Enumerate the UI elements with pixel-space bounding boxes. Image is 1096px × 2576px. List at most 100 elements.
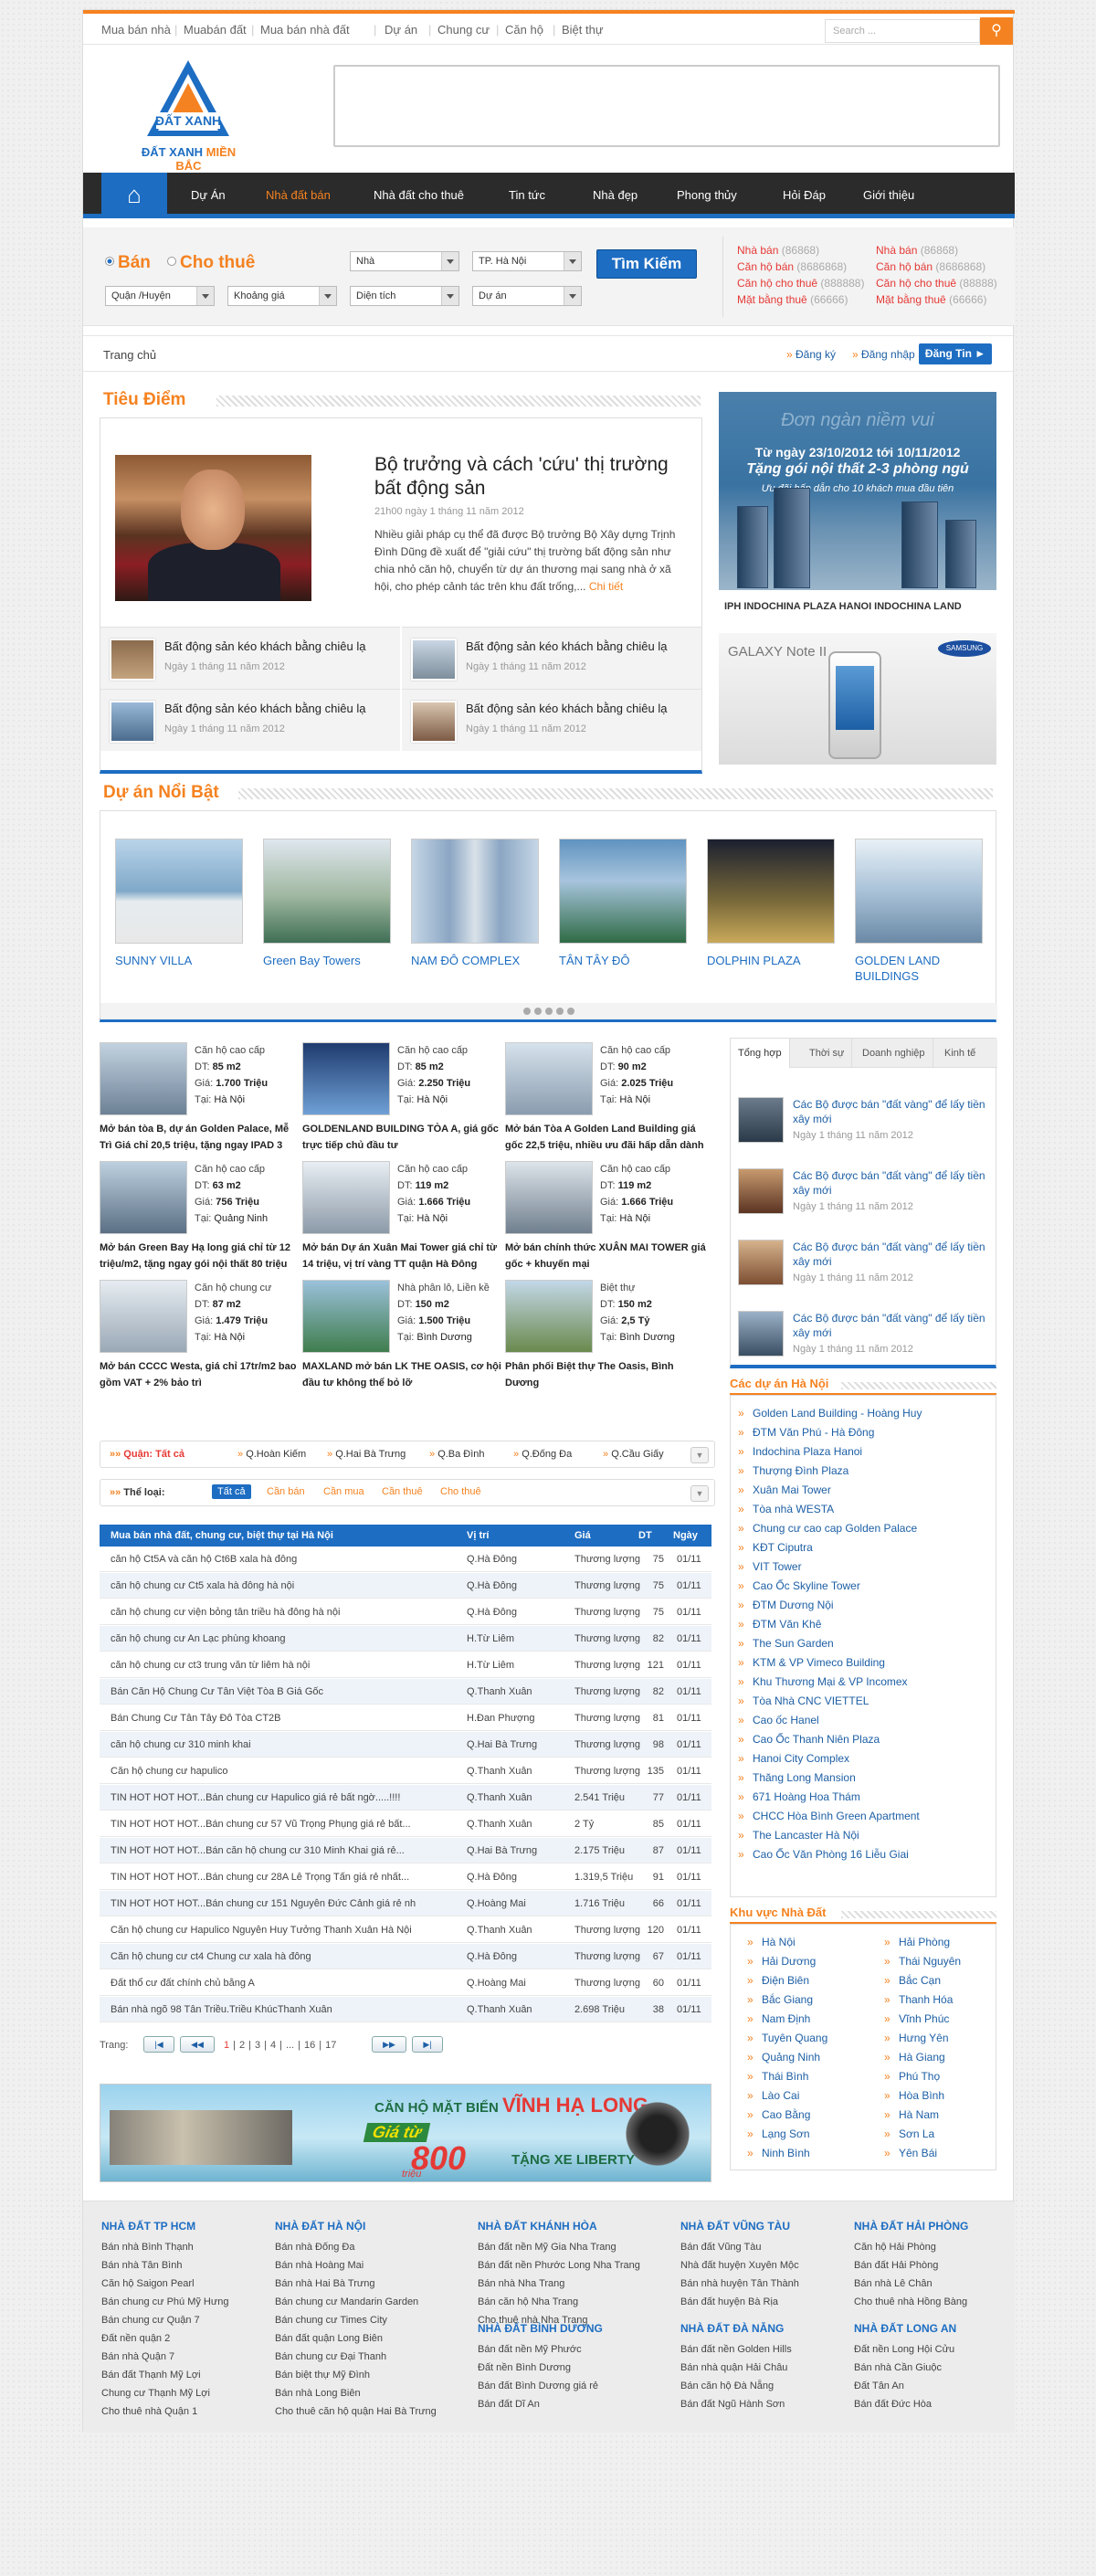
area-link[interactable]: Sơn La xyxy=(884,2127,934,2140)
listing-card[interactable]: Căn hộ cao cấp DT: 119 m2 Giá: 1.666 Triệu… xyxy=(302,1161,503,1280)
home-button[interactable]: ⌂ xyxy=(101,173,167,218)
table-row[interactable]: Bán nhà ngõ 98 Tân Triều.Triều KhúcThanh… xyxy=(100,1997,711,2022)
type-option[interactable]: Cần bán xyxy=(261,1484,311,1499)
listing-card[interactable]: Căn hộ cao cấp DT: 85 m2 Giá: 1.700 Triệu T… xyxy=(100,1042,300,1161)
project-link[interactable]: Xuân Mai Tower xyxy=(738,1483,831,1496)
area-link[interactable]: Lạng Sơn xyxy=(747,2127,809,2140)
area-link[interactable]: Hà Nam xyxy=(884,2108,939,2121)
page-number[interactable]: 4 xyxy=(270,2040,276,2051)
table-row[interactable]: TIN HOT HOT HOT...Bán chung cư 28A Lê Tr… xyxy=(100,1864,711,1890)
footer-heading[interactable]: NHÀ ĐẤT TP HCM xyxy=(101,2220,228,2233)
project-card[interactable]: DOLPHIN PLAZA xyxy=(707,839,835,968)
footer-link[interactable]: Bán nhà Đống Đa xyxy=(275,2238,437,2256)
page-number[interactable]: 1 xyxy=(224,2040,229,2051)
footer-link[interactable]: Bán nhà Nha Trang xyxy=(478,2275,640,2293)
area-select[interactable]: Diện tích xyxy=(350,286,459,306)
area-link[interactable]: Phú Thọ xyxy=(884,2070,940,2083)
tab-news-item[interactable]: Các Bộ được bán "đất vàng" để lấy tiền x… xyxy=(738,1090,994,1156)
type-option[interactable]: Cho thuê xyxy=(435,1484,487,1499)
district-option[interactable]: Q.Cầu Giấy xyxy=(603,1449,663,1460)
type-select[interactable]: Nhà xyxy=(350,251,459,271)
footer-link[interactable]: Bán đất Thạnh Mỹ Lợi xyxy=(101,2366,228,2384)
footer-link[interactable]: Bán chung cư Phú Mỹ Hưng xyxy=(101,2293,228,2311)
tab-news-item[interactable]: Các Bộ được bán "đất vàng" để lấy tiền x… xyxy=(738,1161,994,1227)
table-row[interactable]: Bán Chung Cư Tân Tây Đô Tòa CT2B H.Đan Ph… xyxy=(100,1705,711,1731)
project-link[interactable]: The Lancaster Hà Nội xyxy=(738,1829,859,1842)
radio-sell[interactable]: Bán xyxy=(105,253,151,273)
stat-link[interactable]: Căn hộ cho thuê (88888) xyxy=(876,277,997,290)
chevron-down-icon[interactable]: ▼ xyxy=(690,1447,709,1463)
footer-link[interactable]: Bán đất nền Mỹ Phước xyxy=(478,2340,603,2359)
indochina-plaza-ad[interactable]: Đơn ngàn niềm vui Từ ngày 23/10/2012 tới… xyxy=(719,392,996,625)
stat-link[interactable]: Căn hộ bán (8686868) xyxy=(876,260,985,273)
table-row[interactable]: căn hộ chung cư ct3 trung văn từ liêm hà… xyxy=(100,1652,711,1678)
nav-item[interactable]: Giới thiệu xyxy=(863,188,914,202)
radio-rent[interactable]: Cho thuê xyxy=(167,253,255,273)
listing-card[interactable]: Căn hộ cao cấp DT: 119 m2 Giá: 1.666 Triệu… xyxy=(505,1161,706,1280)
logo[interactable]: ĐẤT XANH ĐẤT XANH MIỀN BẮC xyxy=(127,56,250,173)
project-link[interactable]: ĐTM Văn Phú - Hà Đông xyxy=(738,1426,874,1439)
stat-link[interactable]: Nhà bán (86868) xyxy=(876,244,958,257)
featured-news-title[interactable]: Bộ trưởng và cách 'cứu' thị trường bất đ… xyxy=(374,453,685,501)
footer-link[interactable]: Đất nền Bình Dương xyxy=(478,2359,603,2377)
footer-link[interactable]: Bán đất nền Golden Hills xyxy=(680,2340,792,2359)
stat-link[interactable]: Căn hộ bán (8686868) xyxy=(737,260,847,273)
table-cell[interactable]: TIN HOT HOT HOT...Bán chung cư Hapulico … xyxy=(111,1792,458,1803)
footer-link[interactable]: Căn hộ Saigon Pearl xyxy=(101,2275,228,2293)
area-link[interactable]: Điện Biên xyxy=(747,1974,809,1987)
footer-link[interactable]: Bán đất Ngũ Hành Sơn xyxy=(680,2395,792,2413)
table-row[interactable]: căn hộ Ct5A và căn hộ Ct6B xala hà đông Q… xyxy=(100,1547,711,1572)
breadcrumb-home[interactable]: Trang chủ xyxy=(103,348,156,362)
chevron-down-icon[interactable]: ▼ xyxy=(690,1485,709,1502)
footer-link[interactable]: Bán biệt thự Mỹ Đình xyxy=(275,2366,437,2384)
tab-kinh-te[interactable]: Kinh tế xyxy=(937,1039,983,1068)
project-card[interactable]: NAM ĐÔ COMPLEX xyxy=(411,839,539,968)
listing-card[interactable]: Nhà phân lô, Liền kề DT: 150 m2 Giá: 1.500… xyxy=(302,1280,503,1399)
table-row[interactable]: căn hộ chung cư 310 minh khai Q.Hai Bà Tr… xyxy=(100,1732,711,1758)
area-link[interactable]: Thái Bình xyxy=(747,2070,808,2083)
footer-link[interactable]: Bán căn hộ Nha Trang xyxy=(478,2293,640,2311)
area-link[interactable]: Hòa Bình xyxy=(884,2089,944,2102)
project-link[interactable]: The Sun Garden xyxy=(738,1637,834,1650)
project-card[interactable]: Green Bay Towers xyxy=(263,839,391,968)
tab-doanh-nghiep[interactable]: Doanh nghiệp xyxy=(855,1039,933,1068)
footer-link[interactable]: Bán đất nền Mỹ Gia Nha Trang xyxy=(478,2238,640,2256)
footer-link[interactable]: Bán căn hộ Đà Nẵng xyxy=(680,2377,792,2395)
district-option[interactable]: Q.Đống Đa xyxy=(513,1449,572,1460)
project-link[interactable]: Thăng Long Mansion xyxy=(738,1771,856,1784)
type-option-active[interactable]: Tất cả xyxy=(212,1484,251,1499)
footer-link[interactable]: Bán đất Dĩ An xyxy=(478,2395,603,2413)
footer-heading[interactable]: NHÀ ĐẤT VŨNG TÀU xyxy=(680,2220,799,2233)
login-link[interactable]: Đăng nhập xyxy=(852,348,915,361)
vinh-ha-long-ad[interactable]: CĂN HỘ MẶT BIỂN VĨNH HẠ LONG Giá từ 800 … xyxy=(100,2084,711,2182)
project-link[interactable]: VIT Tower xyxy=(738,1560,801,1573)
footer-link[interactable]: Cho thuê căn hộ quận Hai Bà Trưng xyxy=(275,2402,437,2421)
footer-link[interactable]: Cho thuê nhà Quận 1 xyxy=(101,2402,228,2421)
news-item[interactable]: Bất động sản kéo khách bằng chiêu lạ Ngày… xyxy=(100,627,400,689)
type-option[interactable]: Cần thuê xyxy=(376,1484,428,1499)
table-cell[interactable]: căn hộ chung cư An Lạc phùng khoang xyxy=(111,1633,458,1644)
area-link[interactable]: Bắc Cạn xyxy=(884,1974,941,1987)
footer-link[interactable]: Bán nhà Hoàng Mai xyxy=(275,2256,437,2275)
page-number[interactable]: 2 xyxy=(239,2040,245,2051)
footer-link[interactable]: Bán đất quận Long Biên xyxy=(275,2329,437,2348)
area-link[interactable]: Ninh Bình xyxy=(747,2147,810,2159)
project-card[interactable]: SUNNY VILLA xyxy=(115,839,243,968)
topnav-link[interactable]: Căn hộ xyxy=(505,23,543,37)
nav-item[interactable]: Nhà đẹp xyxy=(593,188,638,202)
footer-link[interactable]: Bán chung cư Quận 7 xyxy=(101,2311,228,2329)
stat-link[interactable]: Mặt bằng thuê (66666) xyxy=(737,293,848,306)
page-number[interactable]: 17 xyxy=(325,2040,336,2051)
search-button[interactable]: ⚲ xyxy=(980,17,1013,45)
carousel-dot[interactable] xyxy=(545,1008,553,1015)
topnav-link[interactable]: Mua bán nhà xyxy=(101,23,171,37)
table-row[interactable]: TIN HOT HOT HOT...Bán căn hộ chung cư 31… xyxy=(100,1838,711,1863)
listing-card[interactable]: Căn hộ chung cư DT: 87 m2 Giá: 1.479 Triệu… xyxy=(100,1280,300,1399)
table-row[interactable]: căn hộ chung cư Ct5 xala hà đông hà nội Q… xyxy=(100,1573,711,1599)
footer-link[interactable]: Bán đất nền Phước Long Nha Trang xyxy=(478,2256,640,2275)
project-link[interactable]: Chung cư cao cap Golden Palace xyxy=(738,1522,917,1535)
table-cell[interactable]: TIN HOT HOT HOT...Bán căn hộ chung cư 31… xyxy=(111,1845,458,1856)
district-option[interactable]: Q.Hoàn Kiếm xyxy=(237,1449,306,1460)
project-link[interactable]: Khu Thương Mại & VP Incomex xyxy=(738,1675,908,1688)
table-row[interactable]: căn hộ chung cư An Lạc phùng khoang H.Từ … xyxy=(100,1626,711,1652)
